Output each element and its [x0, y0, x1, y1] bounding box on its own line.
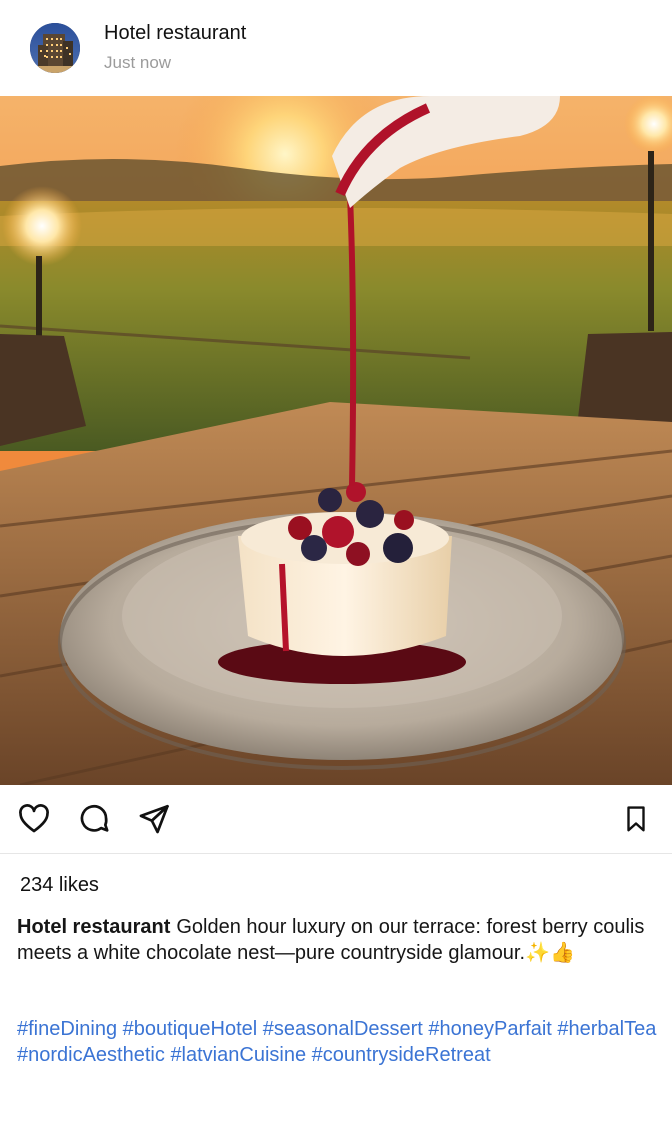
hashtag-link[interactable]: #boutiqueHotel — [123, 1018, 258, 1040]
post-header: Hotel restaurant Just now — [0, 0, 672, 96]
hashtag-link[interactable]: #herbalTea — [557, 1018, 656, 1040]
hashtag-link[interactable]: #nordicAesthetic — [17, 1044, 165, 1066]
hashtag-link[interactable]: #honeyParfait — [428, 1018, 551, 1040]
account-avatar[interactable] — [30, 23, 80, 73]
caption-author[interactable]: Hotel restaurant — [17, 916, 170, 938]
post-photo[interactable] — [0, 96, 672, 785]
hashtag-list: #fineDining #boutiqueHotel #seasonalDess… — [17, 1016, 657, 1068]
post-caption: Hotel restaurant Golden hour luxury on ou… — [17, 914, 647, 966]
hashtag-link[interactable]: #seasonalDessert — [263, 1018, 423, 1040]
action-bar — [0, 785, 672, 854]
hashtag-link[interactable]: #fineDining — [17, 1018, 117, 1040]
paper-plane-icon[interactable] — [135, 800, 173, 838]
heart-icon[interactable] — [15, 800, 53, 838]
comment-bubble-icon[interactable] — [75, 800, 113, 838]
bookmark-icon[interactable] — [617, 800, 655, 838]
account-name[interactable]: Hotel restaurant — [104, 22, 246, 45]
hashtag-link[interactable]: #countrysideRetreat — [312, 1044, 491, 1066]
post-card: Hotel restaurant Just now 234 likes Hote… — [0, 0, 672, 1128]
likes-count[interactable]: 234 likes — [20, 874, 99, 897]
post-timestamp: Just now — [104, 53, 172, 72]
hashtag-link[interactable]: #latvianCuisine — [170, 1044, 306, 1066]
